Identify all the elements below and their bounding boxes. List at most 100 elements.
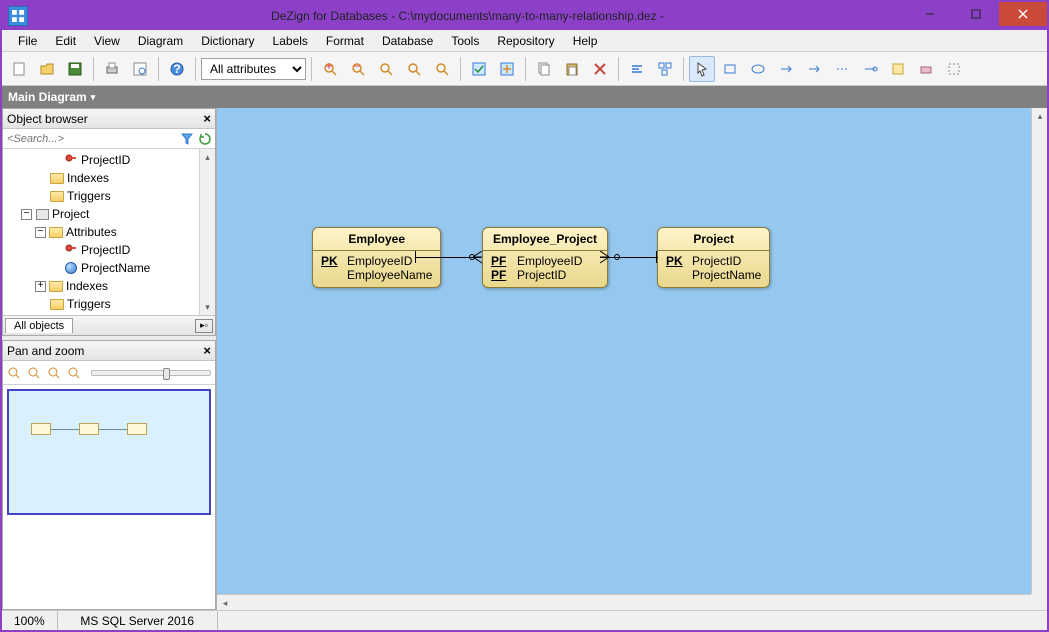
paste-button[interactable] <box>559 56 585 82</box>
object-browser-title: Object browser <box>7 112 88 126</box>
object-browser-footer: All objects ▸▫ <box>3 315 215 335</box>
stamp-tool[interactable] <box>913 56 939 82</box>
zoom-fit-button[interactable] <box>373 56 399 82</box>
close-button[interactable] <box>999 2 1047 26</box>
tree-item-label: Triggers <box>67 189 111 203</box>
pan-zoom-close-icon[interactable]: × <box>203 343 211 358</box>
tree-item[interactable]: ProjectName <box>3 259 215 277</box>
align-button[interactable] <box>624 56 650 82</box>
generate-button[interactable] <box>494 56 520 82</box>
all-objects-tab[interactable]: All objects <box>5 318 73 333</box>
tree-item-label: Indexes <box>66 279 108 293</box>
help-button[interactable]: ? <box>164 56 190 82</box>
object-browser-panel: Object browser × ProjectIDIndexesTrigger… <box>2 108 216 336</box>
tree-item[interactable]: −Project <box>3 205 215 223</box>
zoom-100-button[interactable] <box>401 56 427 82</box>
tree-toggle-icon[interactable]: − <box>21 209 32 220</box>
pan-zoom-panel: Pan and zoom × <box>2 340 216 610</box>
rel-notation-circle <box>614 254 620 260</box>
tree-item-label: ProjectID <box>81 243 130 257</box>
tree-item[interactable]: + Indexes <box>3 277 215 295</box>
object-browser-close-icon[interactable]: × <box>203 111 211 126</box>
relationship-tool-4[interactable] <box>829 56 855 82</box>
pz-zoom-in-icon[interactable] <box>7 366 21 380</box>
entity-employee_project[interactable]: Employee_ProjectPFEmployeeIDPFProjectID <box>482 227 608 288</box>
entity-tool[interactable] <box>717 56 743 82</box>
attributes-select[interactable]: All attributes <box>201 58 306 80</box>
crowfoot-icon <box>473 251 483 264</box>
entity-attribute: PKProjectID <box>666 254 761 268</box>
relationship-tool-5[interactable] <box>857 56 883 82</box>
tree-item[interactable]: Triggers <box>3 295 215 313</box>
print-button[interactable] <box>99 56 125 82</box>
refresh-icon[interactable] <box>197 131 213 147</box>
sidebar: Object browser × ProjectIDIndexesTrigger… <box>2 108 217 610</box>
pan-zoom-title: Pan and zoom <box>7 344 84 358</box>
pan-zoom-header: Pan and zoom × <box>3 341 215 361</box>
filter-icon[interactable] <box>179 131 195 147</box>
relationship-tool-3[interactable] <box>801 56 827 82</box>
save-button[interactable] <box>62 56 88 82</box>
zoom-window-button[interactable] <box>429 56 455 82</box>
tree-item[interactable]: Triggers <box>3 187 215 205</box>
zoom-slider[interactable] <box>91 370 211 376</box>
tree-scrollbar[interactable]: ▴ ▾ <box>199 149 215 315</box>
menu-help[interactable]: Help <box>565 32 606 50</box>
entity-project[interactable]: ProjectPKProjectIDProjectName <box>657 227 770 288</box>
layout-button[interactable] <box>652 56 678 82</box>
footer-toggle-icon[interactable]: ▸▫ <box>195 319 213 333</box>
zoom-in-button[interactable]: + <box>317 56 343 82</box>
tree-item[interactable]: ProjectID <box>3 151 215 169</box>
relationship-tool-2[interactable] <box>773 56 799 82</box>
minimize-button[interactable] <box>907 2 953 26</box>
menu-file[interactable]: File <box>10 32 45 50</box>
print-preview-button[interactable] <box>127 56 153 82</box>
tree-item[interactable]: ProjectID <box>3 241 215 259</box>
search-input[interactable] <box>5 133 177 145</box>
canvas-vscrollbar[interactable]: ▴ <box>1031 108 1047 594</box>
copy-button[interactable] <box>531 56 557 82</box>
pointer-tool[interactable] <box>689 56 715 82</box>
tab-dropdown-icon[interactable]: ▾ <box>91 92 96 103</box>
canvas-hscrollbar[interactable]: ◂ <box>217 594 1031 610</box>
diagram-tab[interactable]: Main Diagram <box>8 90 87 104</box>
tree-toggle-icon[interactable]: − <box>35 227 46 238</box>
diagram-canvas[interactable]: EmployeePKEmployeeIDEmployeeNameEmployee… <box>217 108 1047 610</box>
open-button[interactable] <box>34 56 60 82</box>
new-button[interactable] <box>6 56 32 82</box>
pz-zoom-100-icon[interactable] <box>67 366 81 380</box>
tree-item[interactable]: Indexes <box>3 169 215 187</box>
menu-edit[interactable]: Edit <box>47 32 84 50</box>
menu-database[interactable]: Database <box>374 32 441 50</box>
status-db: MS SQL Server 2016 <box>58 611 218 630</box>
zoom-out-button[interactable]: − <box>345 56 371 82</box>
pz-zoom-fit-icon[interactable] <box>47 366 61 380</box>
app-icon <box>8 6 28 26</box>
rel-notation-bar <box>415 251 416 263</box>
svg-text:+: + <box>325 61 332 73</box>
pz-zoom-out-icon[interactable] <box>27 366 41 380</box>
menu-view[interactable]: View <box>86 32 128 50</box>
toolbar: ? All attributes + − <box>2 52 1047 86</box>
tree-item[interactable]: −Attributes <box>3 223 215 241</box>
menu-dictionary[interactable]: Dictionary <box>193 32 262 50</box>
object-tree[interactable]: ProjectIDIndexesTriggers−Project−Attribu… <box>3 149 215 315</box>
svg-text:−: − <box>353 61 360 73</box>
menu-diagram[interactable]: Diagram <box>130 32 191 50</box>
relationship-tool-1[interactable] <box>745 56 771 82</box>
menu-format[interactable]: Format <box>318 32 372 50</box>
tree-toggle-icon[interactable]: + <box>35 281 46 292</box>
note-tool[interactable] <box>885 56 911 82</box>
maximize-button[interactable] <box>953 2 999 26</box>
titlebar: DeZign for Databases - C:\mydocuments\ma… <box>2 2 1047 30</box>
region-tool[interactable] <box>941 56 967 82</box>
delete-button[interactable] <box>587 56 613 82</box>
menu-labels[interactable]: Labels <box>265 32 316 50</box>
check-model-button[interactable] <box>466 56 492 82</box>
menu-tools[interactable]: Tools <box>443 32 487 50</box>
pan-zoom-canvas[interactable] <box>3 385 215 609</box>
entity-attribute: PFEmployeeID <box>491 254 599 268</box>
tree-item-label: ProjectName <box>81 261 150 275</box>
entity-title: Project <box>658 228 769 251</box>
menu-repository[interactable]: Repository <box>489 32 562 50</box>
